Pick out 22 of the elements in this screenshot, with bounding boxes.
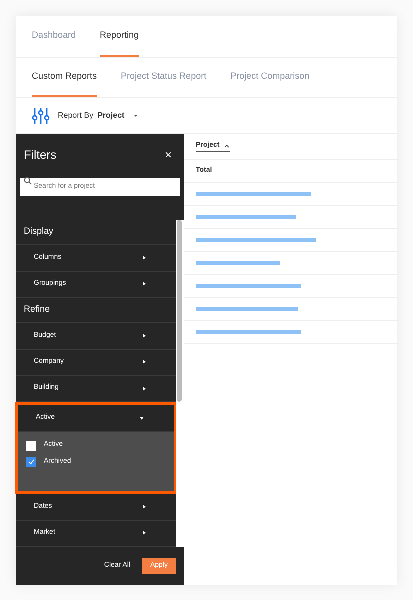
scrollbar[interactable] — [176, 220, 184, 547]
section-heading: Refine — [24, 303, 50, 316]
caret-right-icon — [143, 334, 146, 338]
caret-right-icon — [143, 256, 146, 260]
close-button[interactable]: × — [160, 146, 176, 164]
caret-right-icon — [143, 360, 146, 364]
checkbox[interactable] — [26, 457, 36, 468]
tab[interactable]: Custom Reports — [32, 58, 98, 97]
caret-right-icon — [143, 505, 146, 510]
caret-right-icon — [143, 282, 146, 286]
checkbox[interactable] — [26, 440, 36, 451]
report-by-dropdown[interactable]: Report By Project — [58, 110, 139, 122]
caret-down-icon — [132, 114, 139, 118]
tab[interactable]: Reporting — [100, 16, 140, 57]
sliders-icon[interactable] — [32, 106, 50, 124]
panel-title: Filters — [24, 147, 57, 164]
caret-right-icon — [143, 531, 146, 536]
search-icon — [24, 177, 32, 185]
caret-right-icon — [143, 386, 146, 391]
sort-ascending-icon — [224, 144, 230, 148]
section-heading: Display — [24, 225, 54, 238]
caret-down-icon — [140, 416, 144, 420]
